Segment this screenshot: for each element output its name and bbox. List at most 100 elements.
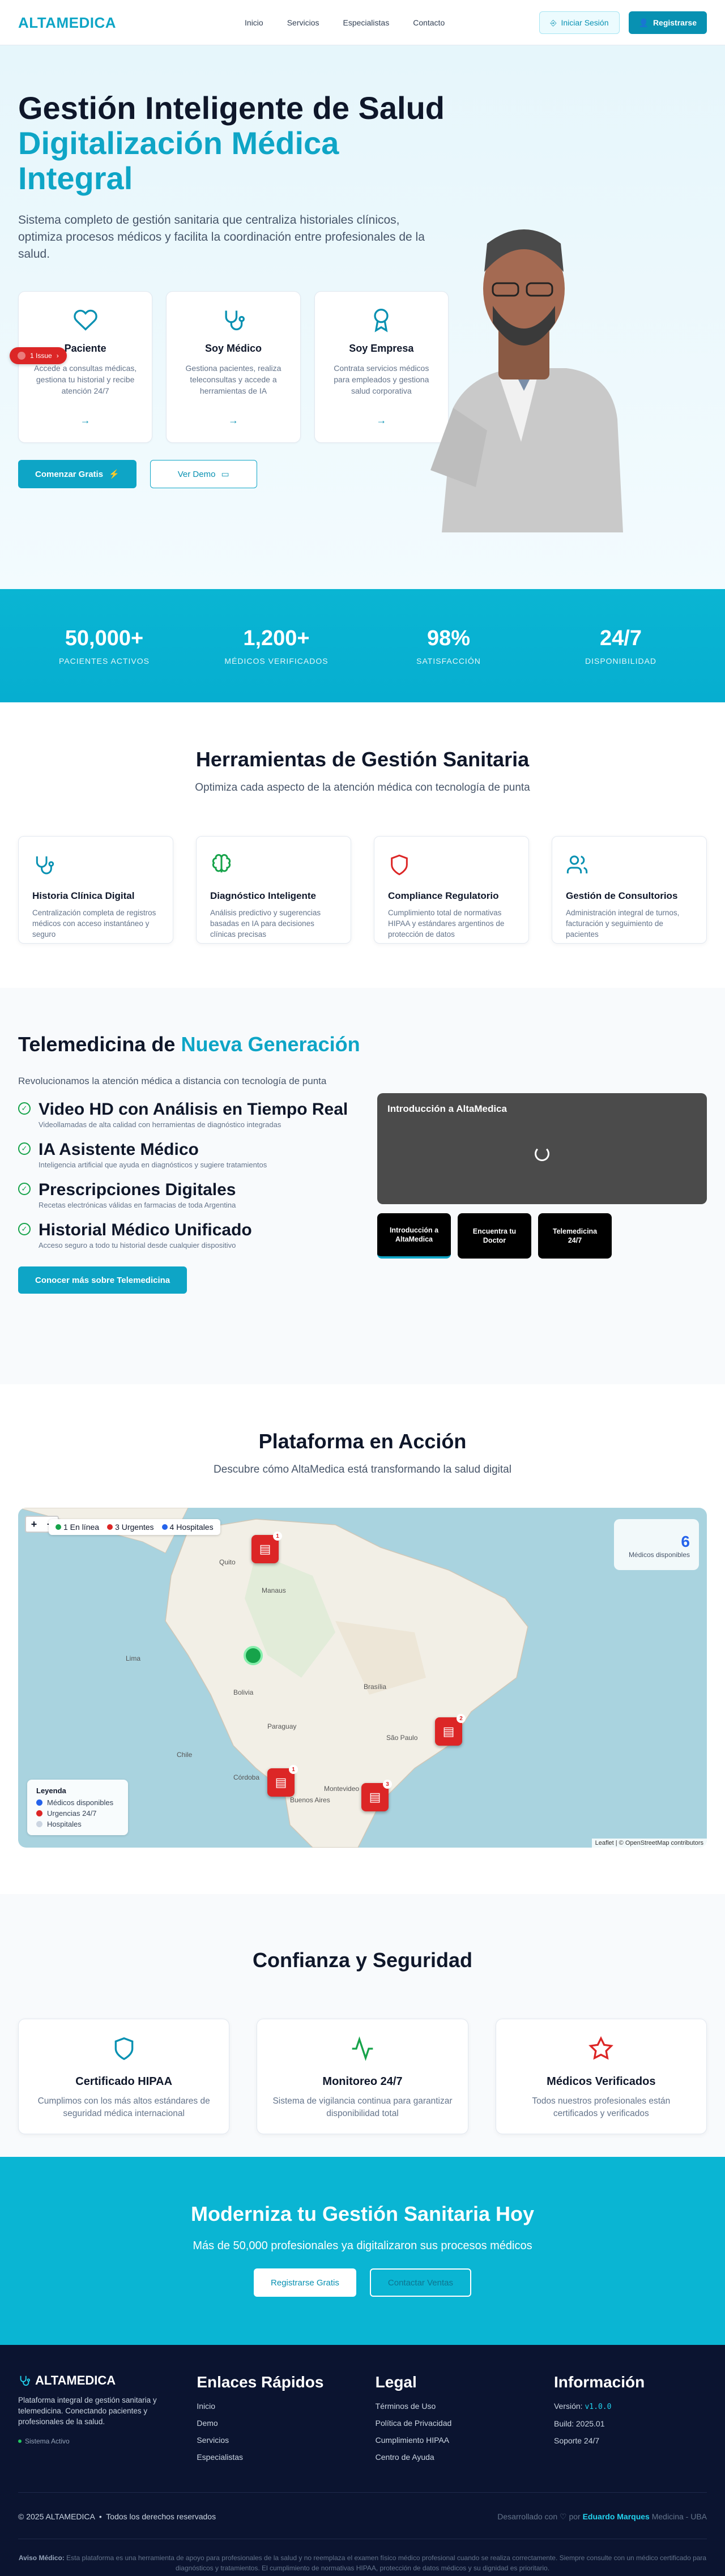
telemedicine-more-button[interactable]: Conocer más sobre Telemedicina	[18, 1266, 187, 1294]
star-icon	[588, 2036, 614, 2060]
video-tab-intro[interactable]: Introducción a AltaMedica	[377, 1213, 451, 1259]
footer-link-especialistas[interactable]: Especialistas	[197, 2453, 349, 2462]
hero-title: Gestión Inteligente de Salud	[18, 90, 445, 126]
role-card-patient[interactable]: Paciente Accede a consultas médicas, ges…	[10, 291, 153, 443]
hero-section: Gestión Inteligente de Salud Digitalizac…	[0, 45, 725, 589]
role-cards: Paciente Accede a consultas médicas, ges…	[10, 291, 449, 443]
footer-heading: Enlaces Rápidos	[197, 2373, 324, 2391]
tool-title: Historia Clínica Digital	[32, 890, 135, 901]
users-icon	[566, 855, 588, 873]
footer-link-help[interactable]: Centro de Ayuda	[376, 2453, 528, 2462]
issue-label: 1 Issue	[30, 352, 52, 360]
hospital-marker[interactable]: ▤ 1	[251, 1532, 282, 1563]
footer-link-servicios[interactable]: Servicios	[197, 2436, 349, 2445]
tool-desc: Análisis predictivo y sugerencias basada…	[210, 909, 321, 939]
tool-card-compliance[interactable]: Compliance Regulatorio Cumplimiento tota…	[374, 836, 529, 944]
trust-desc: Cumplimos con los más altos estándares d…	[37, 2096, 210, 2118]
footer-bottom-bar: © 2025 ALTAMEDICA • Todos los derechos r…	[18, 2492, 707, 2522]
tool-title: Compliance Regulatorio	[388, 890, 499, 901]
hero-ctas: Comenzar Gratis ⚡ Ver Demo ▭	[18, 460, 449, 488]
map-label-quito: Quito	[219, 1558, 236, 1566]
video-tab-find-doctor[interactable]: Encuentra tu Doctor	[458, 1213, 531, 1259]
footer-link-inicio[interactable]: Inicio	[197, 2402, 349, 2411]
map-attribution[interactable]: Leaflet | © OpenStreetMap contributors	[591, 1839, 707, 1848]
role-card-doctor[interactable]: Soy Médico Gestiona pacientes, realiza t…	[166, 291, 301, 443]
nav-link-servicios[interactable]: Servicios	[287, 18, 319, 27]
video-player[interactable]: Introducción a AltaMedica	[377, 1093, 707, 1204]
status-urgent: 3 Urgentes	[107, 1522, 154, 1532]
tool-desc: Centralización completa de registros méd…	[32, 909, 156, 939]
role-card-company[interactable]: Soy Empresa Contrata servicios médicos p…	[314, 291, 449, 443]
nav-link-inicio[interactable]: Inicio	[245, 18, 263, 27]
brand-logo[interactable]: ALTAMEDICA	[18, 14, 116, 32]
view-demo-button[interactable]: Ver Demo ▭	[150, 460, 257, 488]
developer-name[interactable]: Eduardo Marques	[583, 2512, 650, 2521]
hospital-marker[interactable]: ▤ 2	[435, 1714, 466, 1746]
section-subtitle: Descubre cómo AltaMedica está transforma…	[214, 1464, 511, 1475]
start-free-label: Comenzar Gratis	[35, 469, 104, 479]
start-free-button[interactable]: Comenzar Gratis ⚡	[18, 460, 137, 488]
doctor-online-marker[interactable]	[244, 1646, 263, 1665]
zoom-in-button[interactable]: +	[26, 1517, 42, 1532]
register-button[interactable]: 👤 Registrarse	[628, 11, 707, 34]
hospital-marker[interactable]: ▤ 3	[361, 1780, 392, 1811]
login-button[interactable]: ⎆ Iniciar Sesión	[539, 11, 620, 34]
map-legend-title: Leyenda	[36, 1786, 66, 1795]
tool-card-office-management[interactable]: Gestión de Consultorios Administración i…	[552, 836, 707, 944]
map-label-cordoba: Córdoba	[233, 1773, 259, 1781]
stat-value: 98%	[427, 626, 471, 650]
cta-title: Moderniza tu Gestión Sanitaria Hoy	[190, 2202, 535, 2225]
map-label-manaus: Manaus	[262, 1586, 286, 1594]
feature-title: Video HD con Análisis en Tiempo Real	[39, 1100, 348, 1119]
map-label-bolivia: Bolivia	[233, 1688, 254, 1696]
doctor-illustration	[430, 229, 623, 532]
feature-title: IA Asistente Médico	[39, 1140, 199, 1159]
stat-patients: 50,000+ PACIENTES ACTIVOS	[25, 626, 184, 666]
footer-link-hipaa[interactable]: Cumplimiento HIPAA	[376, 2436, 528, 2445]
feature-desc: Inteligencia artificial que ayuda en dia…	[39, 1161, 267, 1169]
map-view[interactable]: Manaus Brasília Lima Bolivia Paraguay Sã…	[18, 1508, 707, 1848]
stethoscope-icon	[177, 308, 289, 332]
footer-brand: ALTAMEDICA Plataforma integral de gestió…	[18, 2373, 171, 2470]
issue-badge[interactable]: 1 Issue ›	[10, 347, 67, 364]
arrow-right-icon: →	[228, 415, 238, 426]
platform-map-section: Plataforma en Acción Descubre cómo AltaM…	[0, 1384, 725, 1894]
video-icon: ▭	[221, 470, 229, 479]
medical-disclaimer: Aviso Médico: Esta plataforma es una her…	[18, 2539, 707, 2573]
trust-card-hipaa: Certificado HIPAA Cumplimos con los más …	[18, 2019, 230, 2134]
feature-desc: Recetas electrónicas válidas en farmacia…	[39, 1201, 236, 1209]
disclaimer-text: Esta plataforma es una herramienta de ap…	[66, 2554, 707, 2572]
feature-item: ✓ Video HD con Análisis en Tiempo Real V…	[18, 1100, 364, 1129]
stat-doctors: 1,200+ MÉDICOS VERIFICADOS	[197, 626, 356, 666]
map-label-chile: Chile	[177, 1751, 193, 1759]
footer-link-terms[interactable]: Términos de Uso	[376, 2402, 528, 2411]
section-title: Herramientas de Gestión Sanitaria	[195, 748, 530, 771]
tool-card-clinical-history[interactable]: Historia Clínica Digital Centralización …	[18, 836, 173, 944]
tool-card-smart-diagnosis[interactable]: Diagnóstico Inteligente Análisis predict…	[196, 836, 351, 944]
hospital-marker[interactable]: ▤ 1	[267, 1765, 298, 1797]
footer-heading: Información	[553, 2373, 645, 2391]
status-hospitals: 4 Hospitales	[161, 1522, 214, 1532]
footer-columns: ALTAMEDICA Plataforma integral de gestió…	[18, 2373, 707, 2470]
legend-item: Urgencias 24/7	[36, 1809, 119, 1818]
nav-link-contacto[interactable]: Contacto	[413, 18, 445, 27]
trust-section: Confianza y Seguridad Certificado HIPAA …	[0, 1894, 725, 2157]
contact-sales-button[interactable]: Contactar Ventas	[369, 2268, 471, 2297]
footer-logo[interactable]: ALTAMEDICA	[18, 2373, 171, 2388]
footer-link-demo[interactable]: Demo	[197, 2419, 349, 2428]
section-title: Plataforma en Acción	[258, 1430, 467, 1453]
footer-link-privacy[interactable]: Política de Privacidad	[376, 2419, 528, 2428]
tool-grid: Historia Clínica Digital Centralización …	[18, 836, 707, 944]
nav-link-especialistas[interactable]: Especialistas	[343, 18, 390, 27]
trust-card-verified: Médicos Verificados Todos nuestros profe…	[495, 2019, 707, 2134]
map-label-buenos-aires: Buenos Aires	[290, 1796, 330, 1804]
video-tab-telemedicine[interactable]: Telemedicina 24/7	[538, 1213, 612, 1259]
stat-satisfaction: 98% SATISFACCIÓN	[369, 626, 528, 666]
footer-build: Build: 2025.01	[553, 2419, 605, 2428]
register-free-button[interactable]: Registrarse Gratis	[254, 2268, 356, 2297]
hero-content: Gestión Inteligente de Salud Digitalizac…	[10, 90, 449, 488]
role-card-desc: Accede a consultas médicas, gestiona tu …	[34, 364, 137, 395]
issue-dot-icon	[18, 352, 25, 360]
role-card-desc: Contrata servicios médicos para empleado…	[334, 364, 429, 395]
telemedicine-title-b: Nueva Generación	[181, 1033, 360, 1056]
